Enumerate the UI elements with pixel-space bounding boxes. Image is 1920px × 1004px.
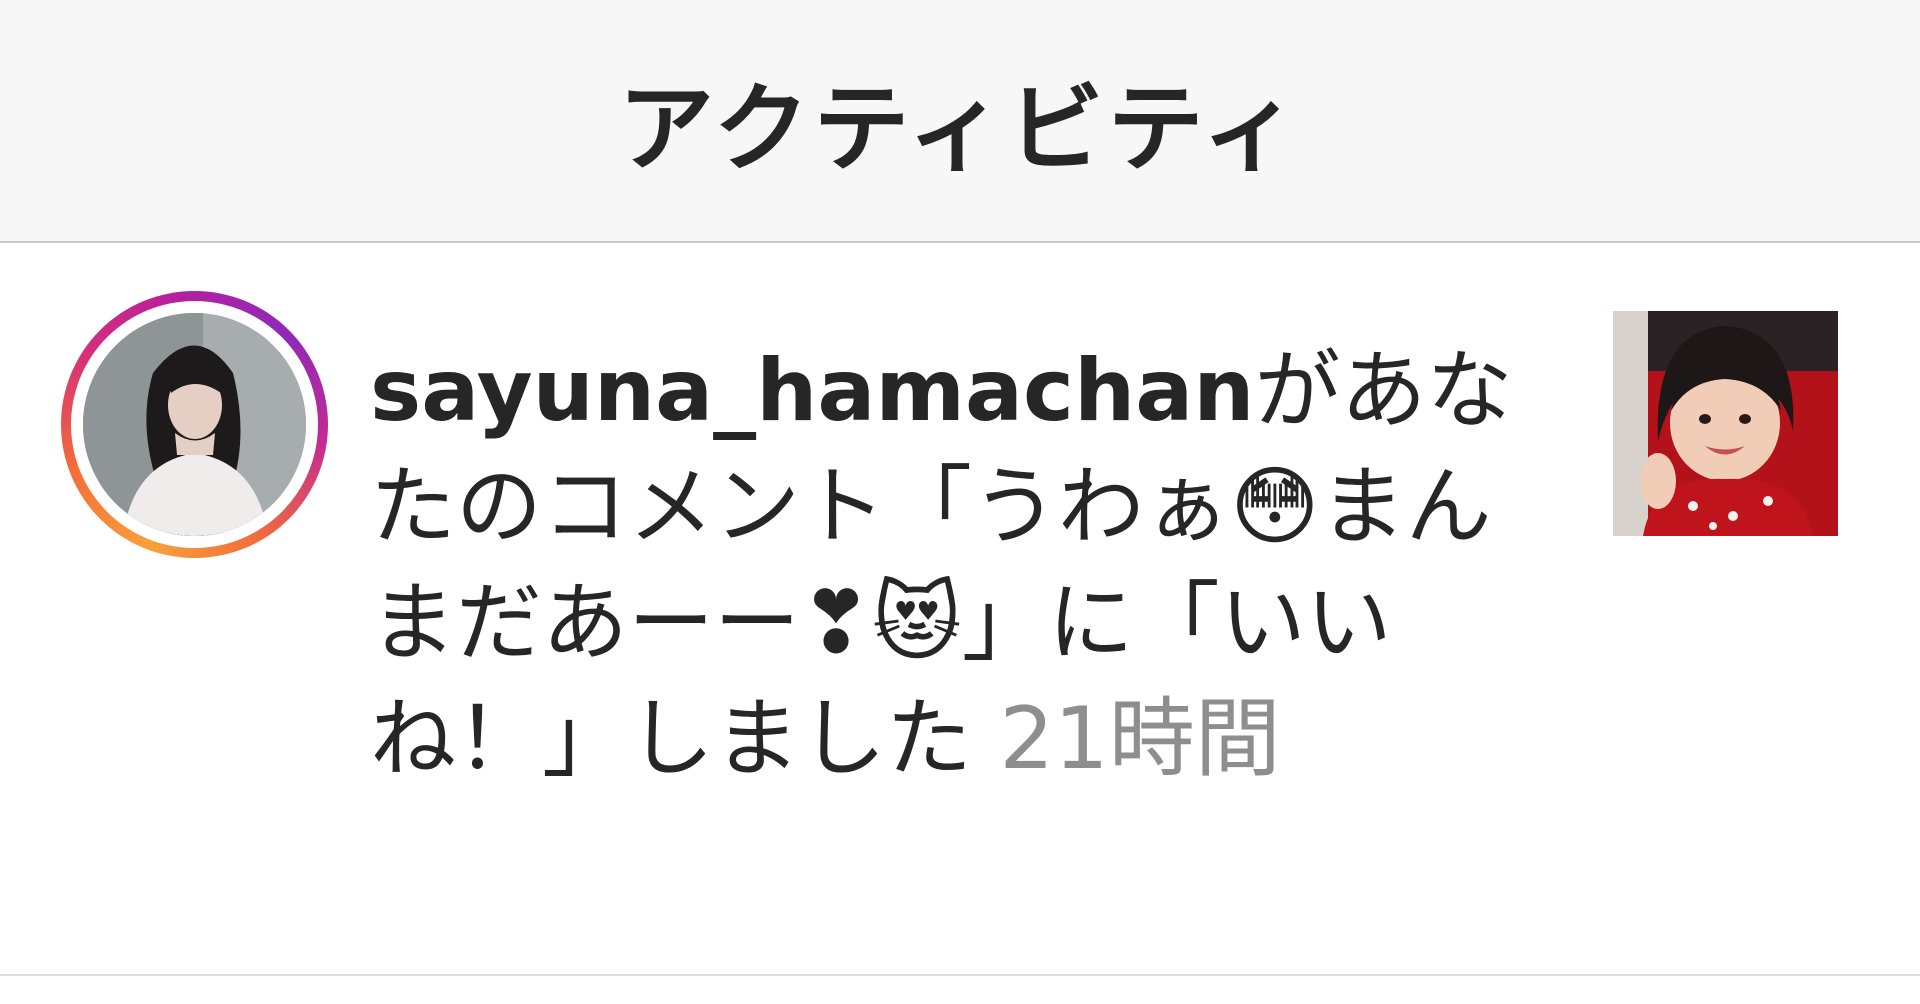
post-thumbnail[interactable] [1613, 311, 1838, 536]
notification-message: sayuna_hamachanがあなたのコメント「うわぁ😳まんまだあーー❣😻」に… [370, 333, 1550, 797]
profile-avatar[interactable] [83, 313, 306, 536]
divider [0, 974, 1920, 976]
page-title: アクティビティ [618, 73, 1302, 185]
avatar-photo-icon [83, 313, 306, 536]
activity-header: アクティビティ [0, 0, 1920, 243]
activity-notification[interactable]: sayuna_hamachanがあなたのコメント「うわぁ😳まんまだあーー❣😻」に… [0, 243, 1920, 975]
timestamp: 21時間 [999, 689, 1281, 789]
username-link[interactable]: sayuna_hamachan [370, 341, 1254, 441]
story-ring[interactable] [61, 291, 328, 558]
post-photo-icon [1613, 311, 1838, 536]
